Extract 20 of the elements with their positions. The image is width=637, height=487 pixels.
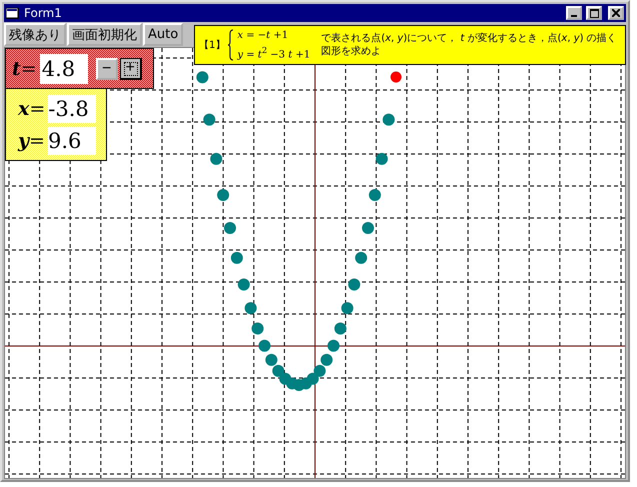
toolbar-button[interactable]: 画面初期化 xyxy=(67,23,142,46)
parameter-input[interactable]: 4.8 xyxy=(40,54,88,84)
window-title: Form1 xyxy=(24,6,62,20)
current-point xyxy=(390,72,402,82)
problem-number: 【1】 xyxy=(199,38,226,52)
minimize-button[interactable] xyxy=(566,6,582,20)
close-icon xyxy=(612,9,620,17)
equation: x = −t +1 xyxy=(237,28,290,43)
step-button[interactable]: − xyxy=(96,58,118,80)
close-button[interactable] xyxy=(608,6,624,20)
step-button[interactable]: + xyxy=(120,58,142,80)
toolbar-button[interactable]: Auto xyxy=(143,23,184,46)
maximize-icon xyxy=(590,8,598,18)
coordinate-value: 9.6 xyxy=(48,126,96,154)
brace-icon xyxy=(228,29,234,61)
problem-text: で表される点(x, y)について， t が変化するとき，点(x, y) の描く図形を求めよ xyxy=(321,32,618,58)
coordinate-value: -3.8 xyxy=(48,94,96,122)
maximize-button[interactable] xyxy=(586,6,602,20)
equation: y = t$^{2}$ −3 t +1 xyxy=(237,44,310,62)
toolbar-button[interactable]: 残像あり xyxy=(4,23,66,46)
